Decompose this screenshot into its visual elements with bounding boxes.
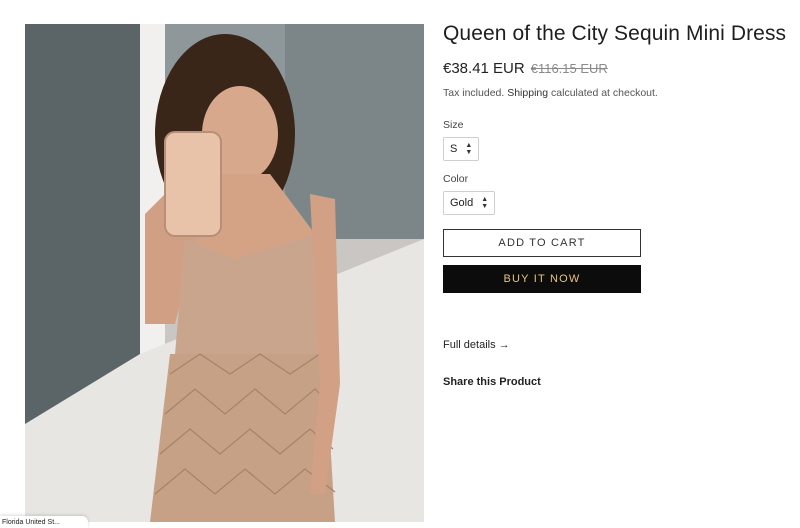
shipping-link[interactable]: Shipping	[507, 87, 548, 99]
share-heading: Share this Product	[443, 376, 541, 388]
size-label: Size	[443, 119, 464, 131]
size-value: S	[450, 143, 458, 155]
tax-suffix: calculated at checkout.	[551, 87, 658, 99]
color-value: Gold	[450, 197, 474, 209]
buy-it-now-button[interactable]: BUY IT NOW	[443, 265, 641, 293]
size-select[interactable]: S ▲ ▼	[443, 137, 480, 161]
product-photo-illustration	[25, 24, 424, 522]
tax-prefix: Tax included.	[443, 87, 505, 99]
select-arrows-icon: ▲ ▼	[481, 196, 489, 210]
product-image[interactable]	[25, 24, 424, 522]
location-badge[interactable]: Florida United St...	[0, 516, 88, 528]
select-arrows-icon: ▲ ▼	[465, 142, 473, 156]
color-select[interactable]: Gold ▲ ▼	[443, 191, 496, 215]
tax-note: Tax included. Shipping calculated at che…	[443, 87, 793, 99]
product-title: Queen of the City Sequin Mini Dress	[443, 22, 787, 45]
color-label: Color	[443, 173, 469, 185]
add-to-cart-button[interactable]: ADD TO CART	[443, 229, 641, 257]
product-info: Queen of the City Sequin Mini Dress €38.…	[443, 22, 793, 388]
compare-at-price: €116.15 EUR	[530, 61, 608, 76]
full-details-link[interactable]: Full details →	[443, 339, 793, 351]
price-row: €38.41 EUR €116.15 EUR	[443, 60, 793, 77]
sale-price: €38.41 EUR	[443, 60, 525, 77]
